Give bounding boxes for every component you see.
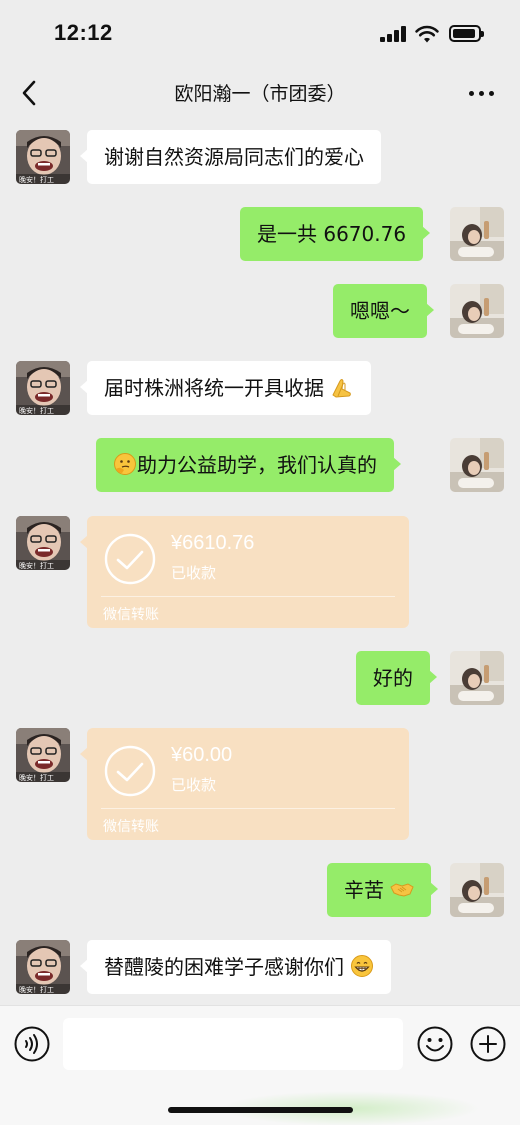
divider <box>101 808 395 809</box>
contact-avatar[interactable]: 晚安！打工 <box>16 940 70 994</box>
my-avatar[interactable] <box>450 863 504 917</box>
my-avatar[interactable] <box>450 207 504 261</box>
transfer-status: 已收款 <box>171 564 217 582</box>
my-avatar[interactable] <box>450 438 504 492</box>
avatar-caption: 晚安！打工 <box>19 985 54 994</box>
received-message-bubble[interactable]: 届时株洲将统一开具收据 <box>79 361 372 415</box>
chat-title: 欧阳瀚一（市团委） <box>174 83 346 105</box>
chat-header: 欧阳瀚一（市团委） <box>0 68 520 120</box>
battery-icon <box>449 25 484 42</box>
contact-avatar[interactable]: 晚安！打工 <box>16 516 70 570</box>
home-indicator[interactable] <box>168 1107 353 1113</box>
avatar-caption: 晚安！打工 <box>19 406 54 415</box>
praying-hands-emoji-icon <box>332 379 352 398</box>
avatar-caption: 晚安！打工 <box>19 561 54 570</box>
sent-message-bubble[interactable]: 是一共 6670.76 <box>240 207 431 261</box>
sent-message-bubble[interactable]: 助力公益助学，我们认真的 <box>96 438 401 492</box>
my-avatar[interactable] <box>450 651 504 705</box>
message-text: 是一共 6670.76 <box>257 222 407 246</box>
message-text: 好的 <box>373 666 413 690</box>
avatar-caption: 晚安！打工 <box>19 773 54 782</box>
handshake-emoji-icon <box>390 883 414 897</box>
add-attachment-icon[interactable] <box>470 1026 506 1062</box>
more-options-icon[interactable] <box>466 78 498 108</box>
transfer-card[interactable]: ¥60.00 已收款 微信转账 <box>80 728 409 840</box>
voice-input-icon[interactable] <box>14 1026 50 1062</box>
emoji-picker-icon[interactable] <box>417 1026 453 1062</box>
message-text: 届时株洲将统一开具收据 <box>104 376 324 400</box>
cellular-signal-icon <box>380 26 406 42</box>
message-text: 嗯嗯～ <box>350 299 410 323</box>
thinking-face-emoji-icon <box>114 453 136 475</box>
divider <box>101 596 395 597</box>
transfer-amount: ¥6610.76 <box>171 532 255 554</box>
contact-avatar[interactable]: 晚安！打工 <box>16 728 70 782</box>
message-text: 谢谢自然资源局同志们的爱心 <box>104 145 364 169</box>
message-text: 替醴陵的困难学子感谢你们 <box>104 955 344 979</box>
my-avatar[interactable] <box>450 284 504 338</box>
message-text: 辛苦 <box>344 878 384 902</box>
sent-message-bubble[interactable]: 嗯嗯～ <box>333 284 434 338</box>
received-message-bubble[interactable]: 替醴陵的困难学子感谢你们 <box>79 940 392 994</box>
contact-avatar[interactable]: 晚安！打工 <box>16 130 70 184</box>
transfer-card[interactable]: ¥6610.76 已收款 微信转账 <box>80 516 409 628</box>
received-check-icon <box>104 533 156 585</box>
transfer-label: 微信转账 <box>103 607 159 623</box>
sent-message-bubble[interactable]: 好的 <box>356 651 437 705</box>
sent-message-bubble[interactable]: 辛苦 <box>327 863 439 917</box>
status-time: 12:12 <box>54 20 113 45</box>
received-check-icon <box>104 745 156 797</box>
chat-message-list[interactable]: 晚安！打工 谢谢自然资源局同志们的爱心 是一共 6670.76 嗯嗯～ 晚安！打… <box>0 120 520 1005</box>
transfer-label: 微信转账 <box>103 819 159 835</box>
avatar-caption: 晚安！打工 <box>19 175 54 184</box>
status-bar: 12:12 <box>0 0 520 68</box>
message-text: 助力公益助学，我们认真的 <box>137 453 377 477</box>
received-message-bubble[interactable]: 谢谢自然资源局同志们的爱心 <box>80 130 381 184</box>
transfer-status: 已收款 <box>171 776 217 794</box>
transfer-amount: ¥60.00 <box>171 744 233 766</box>
wifi-icon <box>415 25 439 43</box>
contact-avatar[interactable]: 晚安！打工 <box>16 361 70 415</box>
message-text-input[interactable] <box>63 1018 403 1070</box>
grinning-face-emoji-icon <box>351 955 374 977</box>
